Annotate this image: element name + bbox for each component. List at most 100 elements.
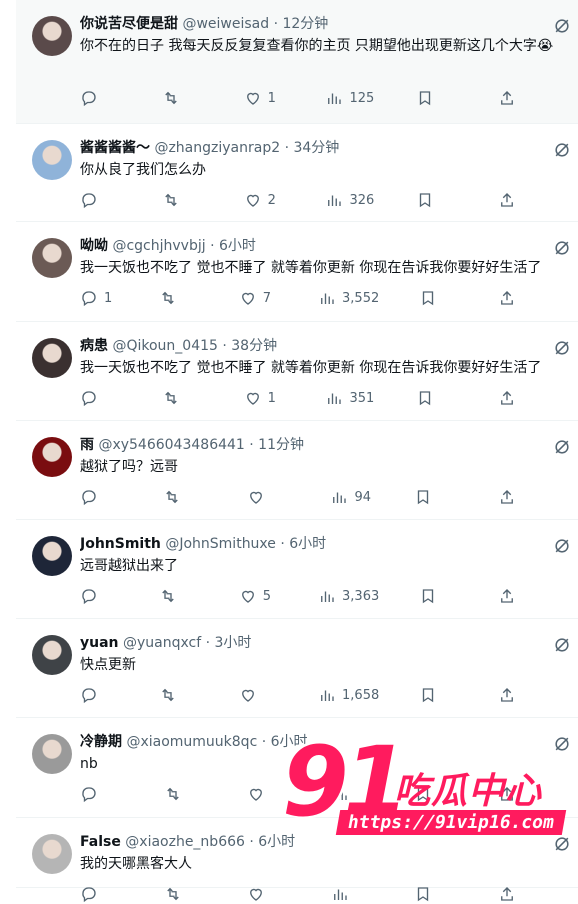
user-handle[interactable]: @weiweisad bbox=[182, 16, 269, 32]
views-button[interactable]: 3,552 bbox=[318, 288, 379, 308]
reply-button[interactable] bbox=[80, 784, 120, 804]
retweet-button[interactable] bbox=[159, 288, 199, 308]
reply-button[interactable] bbox=[80, 884, 120, 904]
display-name[interactable]: yuan bbox=[80, 635, 119, 651]
avatar[interactable] bbox=[32, 834, 72, 874]
display-name[interactable]: False bbox=[80, 834, 121, 850]
reply-button[interactable] bbox=[80, 487, 120, 507]
share-button[interactable] bbox=[498, 190, 538, 210]
reply-button[interactable] bbox=[80, 88, 120, 108]
share-button[interactable] bbox=[498, 388, 538, 408]
user-handle[interactable]: @xiaozhe_nb666 bbox=[125, 834, 245, 850]
tweet-row[interactable]: 呦呦 @cgchjhvvbjj · 6小时 我一天饭也不吃了 觉也不睡了 就等着… bbox=[16, 222, 578, 322]
retweet-button[interactable] bbox=[162, 388, 202, 408]
bookmark-button[interactable] bbox=[419, 586, 459, 606]
like-button[interactable] bbox=[247, 784, 287, 804]
bookmark-button[interactable] bbox=[416, 88, 456, 108]
bookmark-button[interactable] bbox=[416, 190, 456, 210]
reply-button[interactable] bbox=[80, 586, 120, 606]
bookmark-button[interactable] bbox=[414, 784, 454, 804]
user-handle[interactable]: @cgchjhvvbjj bbox=[112, 238, 205, 254]
views-button[interactable]: 326 bbox=[325, 190, 374, 210]
grok-icon[interactable] bbox=[552, 437, 572, 457]
avatar[interactable] bbox=[32, 437, 72, 477]
grok-icon[interactable] bbox=[552, 536, 572, 556]
grok-icon[interactable] bbox=[552, 338, 572, 358]
bookmark-button[interactable] bbox=[414, 884, 454, 904]
retweet-button[interactable] bbox=[159, 586, 199, 606]
retweet-button[interactable] bbox=[164, 884, 204, 904]
reply-button[interactable] bbox=[80, 685, 120, 705]
user-handle[interactable]: @zhangziyanrap2 bbox=[154, 140, 280, 156]
grok-icon[interactable] bbox=[552, 16, 572, 36]
user-handle[interactable]: @yuanqxcf bbox=[123, 635, 201, 651]
reply-button[interactable] bbox=[80, 190, 120, 210]
like-button[interactable] bbox=[247, 884, 287, 904]
retweet-button[interactable] bbox=[164, 784, 204, 804]
tweet-row[interactable]: 酱酱酱酱〜 @zhangziyanrap2 · 34分钟 你从良了我们怎么办 2… bbox=[16, 124, 578, 222]
user-handle[interactable]: @xiaomumuuk8qc bbox=[126, 734, 257, 750]
share-button[interactable] bbox=[498, 487, 538, 507]
timestamp[interactable]: · 6小时 bbox=[262, 734, 308, 750]
like-button[interactable]: 5 bbox=[239, 586, 279, 606]
share-button[interactable] bbox=[498, 586, 538, 606]
share-button[interactable] bbox=[498, 884, 538, 904]
avatar[interactable] bbox=[32, 238, 72, 278]
user-handle[interactable]: @xy5466043486441 bbox=[98, 437, 244, 453]
bookmark-button[interactable] bbox=[414, 487, 454, 507]
timestamp[interactable]: · 6小时 bbox=[280, 536, 326, 552]
views-button[interactable]: 94 bbox=[330, 487, 371, 507]
like-button[interactable]: 7 bbox=[239, 288, 279, 308]
tweet-row[interactable]: 冷静期 @xiaomumuuk8qc · 6小时 nb bbox=[16, 718, 578, 818]
share-button[interactable] bbox=[498, 685, 538, 705]
like-button[interactable]: 1 bbox=[244, 388, 284, 408]
grok-icon[interactable] bbox=[552, 238, 572, 258]
tweet-row[interactable]: yuan @yuanqxcf · 3小时 快点更新 1,658 bbox=[16, 619, 578, 718]
bookmark-button[interactable] bbox=[416, 388, 456, 408]
avatar[interactable] bbox=[32, 635, 72, 675]
avatar[interactable] bbox=[32, 338, 72, 378]
tweet-row[interactable]: 你说苦尽便是甜 @weiweisad · 12分钟 你不在的日子 我每天反反复复… bbox=[16, 0, 578, 124]
display-name[interactable]: 酱酱酱酱〜 bbox=[80, 140, 150, 156]
reply-button[interactable] bbox=[80, 388, 120, 408]
display-name[interactable]: 呦呦 bbox=[80, 238, 108, 254]
tweet-row[interactable]: False @xiaozhe_nb666 · 6小时 我的天哪黑客大人 bbox=[16, 818, 578, 903]
views-button[interactable]: 3,363 bbox=[318, 586, 379, 606]
timestamp[interactable]: · 6小时 bbox=[210, 238, 256, 254]
display-name[interactable]: 冷静期 bbox=[80, 734, 122, 750]
tweet-row[interactable]: JohnSmith @JohnSmithuxe · 6小时 远哥越狱出来了 5 … bbox=[16, 520, 578, 619]
grok-icon[interactable] bbox=[552, 834, 572, 854]
views-button[interactable]: 351 bbox=[325, 388, 374, 408]
timestamp[interactable]: · 11分钟 bbox=[249, 437, 304, 453]
timestamp[interactable]: · 34分钟 bbox=[285, 140, 340, 156]
timestamp[interactable]: · 6小时 bbox=[249, 834, 295, 850]
like-button[interactable]: 2 bbox=[244, 190, 284, 210]
grok-icon[interactable] bbox=[552, 140, 572, 160]
like-button[interactable] bbox=[247, 487, 287, 507]
avatar[interactable] bbox=[32, 536, 72, 576]
timestamp[interactable]: · 38分钟 bbox=[222, 338, 277, 354]
bookmark-button[interactable] bbox=[419, 288, 459, 308]
views-button[interactable] bbox=[331, 784, 371, 804]
avatar[interactable] bbox=[32, 734, 72, 774]
display-name[interactable]: 病患 bbox=[80, 338, 108, 354]
like-button[interactable]: 1 bbox=[244, 88, 284, 108]
tweet-row[interactable]: 雨 @xy5466043486441 · 11分钟 越狱了吗？远哥 94 bbox=[16, 421, 578, 520]
avatar[interactable] bbox=[32, 16, 72, 56]
avatar[interactable] bbox=[32, 140, 72, 180]
views-button[interactable]: 125 bbox=[325, 88, 374, 108]
timestamp[interactable]: · 3小时 bbox=[206, 635, 252, 651]
bookmark-button[interactable] bbox=[419, 685, 459, 705]
views-button[interactable] bbox=[331, 884, 371, 904]
timestamp[interactable]: · 12分钟 bbox=[274, 16, 329, 32]
retweet-button[interactable] bbox=[162, 190, 202, 210]
like-button[interactable] bbox=[239, 685, 279, 705]
reply-button[interactable]: 1 bbox=[80, 288, 120, 308]
share-button[interactable] bbox=[498, 784, 538, 804]
grok-icon[interactable] bbox=[552, 635, 572, 655]
display-name[interactable]: 你说苦尽便是甜 bbox=[80, 16, 178, 32]
retweet-button[interactable] bbox=[162, 88, 202, 108]
tweet-row[interactable]: 病患 @Qikoun_0415 · 38分钟 我一天饭也不吃了 觉也不睡了 就等… bbox=[16, 322, 578, 421]
display-name[interactable]: 雨 bbox=[80, 437, 94, 453]
views-button[interactable]: 1,658 bbox=[318, 685, 379, 705]
